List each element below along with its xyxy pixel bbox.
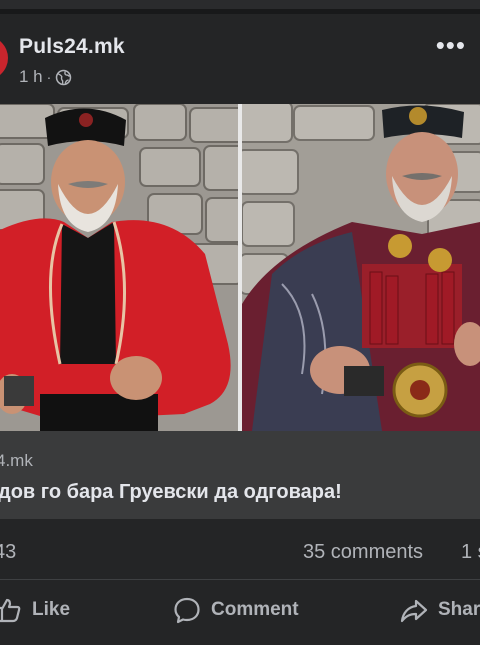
engagement-stats: 43 35 comments 1 s — [0, 532, 480, 572]
link-domain: 4.mk — [0, 451, 33, 470]
thumbs-up-icon — [0, 598, 21, 623]
like-label: Like — [32, 599, 71, 620]
share-arrow-icon — [400, 599, 428, 623]
top-strip — [0, 0, 480, 9]
shares-count[interactable]: 1 s — [461, 541, 480, 564]
page-name[interactable]: Puls24.mk — [19, 35, 125, 59]
link-preview[interactable]: 4.mk дов го бара Груевски да одговара! — [0, 431, 480, 519]
post-time[interactable]: 1 h — [19, 67, 43, 87]
meta-separator: · — [46, 69, 52, 85]
speech-bubble-icon — [174, 597, 200, 624]
post-card: Puls24.mk 1 h · ••• 4.mk дов го бара Гру… — [0, 14, 480, 645]
page-avatar[interactable] — [0, 36, 8, 80]
photo-left-man-red-costume — [0, 104, 238, 431]
like-button[interactable]: Like — [0, 580, 70, 640]
comment-label: Comment — [211, 599, 299, 620]
post-meta: 1 h · — [19, 67, 72, 87]
post-photo[interactable] — [0, 104, 480, 431]
share-button[interactable]: Shar — [400, 580, 480, 640]
photo-right-man-royal-costume — [242, 104, 480, 431]
globe-icon — [56, 69, 72, 85]
comment-button[interactable]: Comment — [173, 580, 299, 640]
reactions-count[interactable]: 43 — [0, 541, 16, 564]
share-label: Shar — [438, 599, 480, 620]
more-options-button[interactable]: ••• — [436, 32, 466, 58]
post-header: Puls24.mk 1 h · ••• — [0, 14, 480, 104]
link-title[interactable]: дов го бара Груевски да одговара! — [0, 481, 342, 504]
comments-count[interactable]: 35 comments — [303, 541, 423, 564]
action-bar: Like Comment Shar — [0, 580, 480, 645]
